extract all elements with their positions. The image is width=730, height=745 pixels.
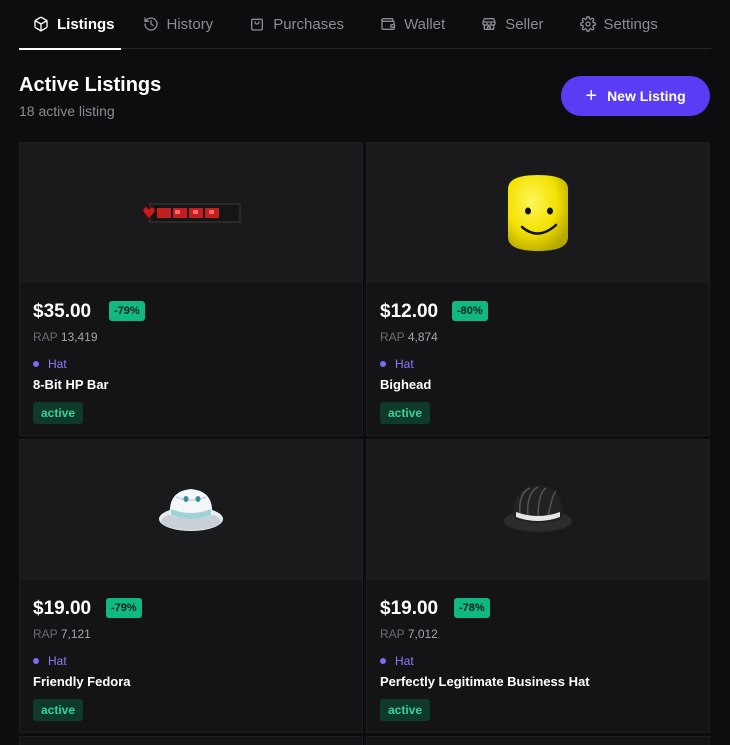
tab-label: Settings — [603, 15, 658, 33]
tab-label: Purchases — [273, 15, 345, 33]
item-thumbnail — [367, 440, 709, 580]
item-name: Friendly Fedora — [33, 674, 131, 689]
white-fedora-image — [159, 489, 223, 531]
tab-wallet[interactable]: Wallet — [380, 0, 445, 49]
type-dot-icon — [380, 361, 386, 367]
type-dot-icon — [380, 658, 386, 664]
item-type-label: Hat — [395, 357, 414, 371]
type-dot-icon — [33, 658, 39, 664]
tab-listings[interactable]: Listings — [19, 0, 121, 50]
rap-number: 7,121 — [60, 627, 91, 641]
rap-number: 13,419 — [60, 330, 98, 344]
new-listing-label: New Listing — [607, 88, 686, 104]
rap-value: RAP 4,874 — [380, 330, 438, 344]
status-badge: active — [380, 402, 431, 424]
shopping-bag-icon — [249, 16, 273, 32]
item-type: Hat — [33, 357, 67, 371]
bighead-image — [508, 175, 568, 251]
status-badge: active — [33, 699, 84, 721]
discount-badge: -79% — [109, 301, 145, 321]
tab-label: Listings — [57, 15, 115, 33]
item-thumbnail — [20, 440, 362, 580]
tab-bar: Listings History Purchases Wallet Seller… — [19, 0, 711, 50]
listing-card-partial[interactable] — [366, 736, 710, 745]
history-icon — [143, 16, 167, 32]
hp-bar-image — [142, 203, 241, 223]
store-icon — [481, 16, 505, 32]
rap-label: RAP — [33, 627, 58, 641]
rap-number: 7,012 — [407, 627, 438, 641]
item-price: $12.00 — [380, 301, 439, 322]
item-thumbnail — [20, 143, 362, 283]
tab-history[interactable]: History — [143, 0, 214, 49]
rap-label: RAP — [33, 330, 58, 344]
rap-value: RAP 13,419 — [33, 330, 98, 344]
black-fedora-image — [502, 485, 574, 537]
item-price: $35.00 — [33, 301, 92, 322]
item-type-label: Hat — [395, 654, 414, 668]
tab-label: History — [166, 15, 214, 33]
rap-value: RAP 7,012 — [380, 627, 438, 641]
rap-number: 4,874 — [407, 330, 438, 344]
discount-badge: -78% — [454, 598, 490, 618]
page-title: Active Listings — [19, 74, 162, 96]
type-dot-icon — [33, 361, 39, 367]
tab-label: Seller — [505, 15, 544, 33]
tab-seller[interactable]: Seller — [481, 0, 544, 49]
listings-grid: $35.00 -79% RAP 13,419 Hat 8-Bit HP Bar … — [19, 142, 710, 745]
status-badge: active — [33, 402, 84, 424]
listing-card[interactable]: $19.00 -79% RAP 7,121 Hat Friendly Fedor… — [19, 439, 363, 733]
tab-label: Wallet — [404, 15, 446, 33]
plus-icon: + — [585, 85, 598, 107]
rap-value: RAP 7,121 — [33, 627, 91, 641]
item-name: Bighead — [380, 377, 432, 392]
listing-card[interactable]: $19.00 -78% RAP 7,012 Hat Perfectly Legi… — [366, 439, 710, 733]
item-type-label: Hat — [48, 357, 67, 371]
item-name: Perfectly Legitimate Business Hat — [380, 674, 590, 689]
item-type: Hat — [380, 357, 414, 371]
item-type-label: Hat — [48, 654, 67, 668]
item-price: $19.00 — [33, 598, 92, 619]
listing-card[interactable]: $35.00 -79% RAP 13,419 Hat 8-Bit HP Bar … — [19, 142, 363, 436]
status-badge: active — [380, 699, 431, 721]
listing-card[interactable]: $12.00 -80% RAP 4,874 Hat Bighead active — [366, 142, 710, 436]
new-listing-button[interactable]: + New Listing — [561, 76, 710, 116]
listing-count: 18 active listing — [19, 103, 115, 119]
item-name: 8-Bit HP Bar — [33, 377, 109, 392]
tab-purchases[interactable]: Purchases — [249, 0, 344, 49]
item-price: $19.00 — [380, 598, 439, 619]
rap-label: RAP — [380, 627, 405, 641]
item-thumbnail — [367, 143, 709, 283]
rap-label: RAP — [380, 330, 405, 344]
discount-badge: -80% — [452, 301, 488, 321]
item-type: Hat — [33, 654, 67, 668]
item-type: Hat — [380, 654, 414, 668]
tab-settings[interactable]: Settings — [579, 0, 658, 49]
wallet-icon — [380, 16, 404, 32]
discount-badge: -79% — [106, 598, 142, 618]
package-icon — [33, 16, 57, 32]
gear-icon — [579, 16, 604, 32]
listing-card-partial[interactable] — [19, 736, 363, 745]
